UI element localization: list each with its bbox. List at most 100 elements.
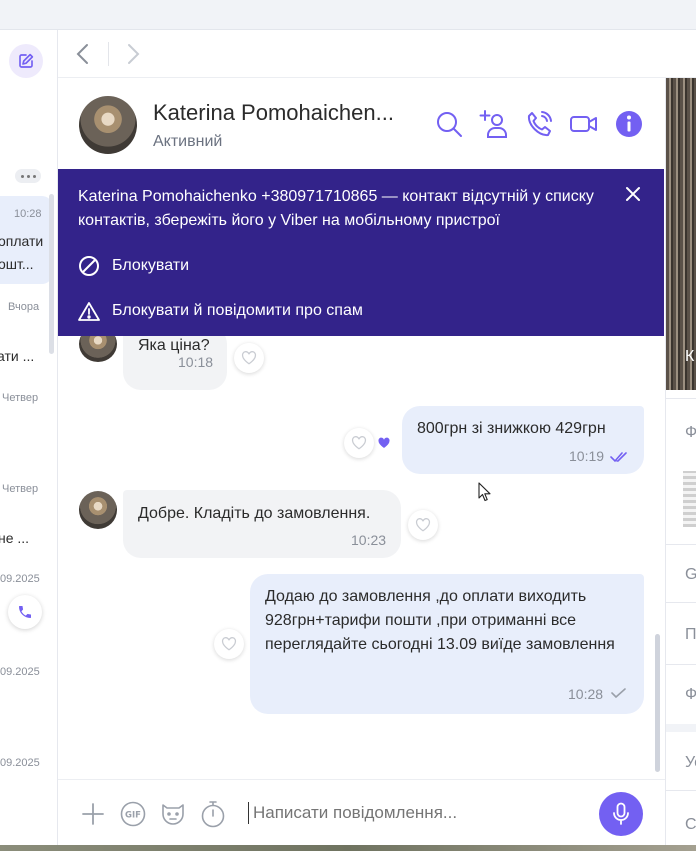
message-bubble-incoming[interactable]: Добре. Кладіть до замовлення. 10:23 <box>123 490 401 558</box>
timer-icon <box>201 801 225 828</box>
chat-list-item-preview[interactable]: ати ... <box>0 348 34 364</box>
video-call-button[interactable] <box>569 109 599 139</box>
svg-text:GIF: GIF <box>125 811 141 821</box>
block-report-label: Блокувати й повідомити про спам <box>112 302 363 319</box>
text-caret <box>248 802 249 824</box>
sender-avatar[interactable] <box>79 491 117 529</box>
new-chat-button[interactable] <box>9 44 43 78</box>
info-divider <box>666 790 696 791</box>
message-text: Додаю до замовлення ,до оплати виходить … <box>265 588 615 653</box>
warning-icon <box>78 302 100 321</box>
block-icon <box>79 256 99 276</box>
chat-list-item-preview[interactable]: не ... <box>0 530 29 546</box>
banner-message: Katerina Pomohaichenko +380971710865 — к… <box>78 188 594 229</box>
mouse-pointer-icon <box>478 482 491 502</box>
chat-list-item-time: 09.2025 <box>0 666 40 678</box>
chat-list-item-time: Четвер <box>2 483 39 495</box>
attach-button[interactable] <box>78 799 108 829</box>
chat-list-item-preview: ошт... <box>0 256 34 272</box>
unknown-contact-banner: Katerina Pomohaichenko +380971710865 — к… <box>58 169 664 336</box>
info-row-label[interactable]: Ф <box>685 424 696 442</box>
add-participant-button[interactable] <box>479 109 509 139</box>
info-row-label[interactable]: Ус <box>685 754 696 772</box>
messages-scrollbar[interactable] <box>655 634 660 772</box>
info-divider <box>666 602 696 603</box>
search-icon <box>437 112 462 137</box>
check-icon <box>611 688 626 699</box>
info-icon <box>616 111 642 137</box>
like-button[interactable] <box>214 629 244 659</box>
message-bubble-outgoing[interactable]: Додаю до замовлення ,до оплати виходить … <box>250 574 644 714</box>
message-text: Добре. Кладіть до замовлення. <box>138 505 371 522</box>
like-button[interactable] <box>234 343 264 373</box>
contact-photo-caption: К <box>685 348 695 365</box>
window-top-strip <box>0 0 696 30</box>
search-button[interactable] <box>434 109 464 139</box>
sticker-bear-icon <box>162 804 184 825</box>
timer-button[interactable] <box>198 799 228 829</box>
reaction-badge[interactable] <box>374 433 394 453</box>
media-thumbnail[interactable] <box>683 471 696 527</box>
info-divider <box>666 398 696 399</box>
message-time: 10:19 <box>569 448 605 464</box>
back-arrow-icon[interactable] <box>74 42 92 66</box>
voice-call-button[interactable] <box>524 109 554 139</box>
chat-list-item-time: Вчора <box>8 301 40 313</box>
heart-outline-icon <box>241 351 257 365</box>
message-composer: GIF <box>58 779 665 851</box>
message-time: 10:18 <box>178 354 214 370</box>
sticker-button[interactable] <box>158 799 188 829</box>
contact-avatar[interactable] <box>79 96 137 154</box>
chat-list-item-time: 10:28 <box>14 208 42 220</box>
block-label: Блокувати <box>112 257 190 274</box>
microphone-icon <box>613 802 629 825</box>
compose-icon <box>19 53 34 68</box>
message-time: 10:28 <box>568 686 604 702</box>
phone-call-icon <box>527 111 552 137</box>
heart-outline-icon <box>351 436 367 450</box>
chat-list-item-time: 09.2025 <box>0 757 40 769</box>
message-input[interactable] <box>253 803 583 823</box>
contact-info-panel: К Ф G П Ф Ус С <box>665 78 696 851</box>
phone-icon <box>19 606 31 618</box>
heart-outline-icon <box>221 637 237 651</box>
info-button[interactable] <box>614 109 644 139</box>
chat-list-item-time: 09.2025 <box>0 573 40 585</box>
chat-list-item-time: Четвер <box>2 392 39 404</box>
nav-divider <box>108 42 109 66</box>
double-check-icon <box>610 452 627 463</box>
forward-arrow-icon[interactable] <box>124 42 142 66</box>
chat-header: Katerina Pomohaichen... Активний <box>58 78 665 170</box>
chat-list-panel: 10:28 оплати ошт... Вчора ати ... Четвер… <box>0 30 58 851</box>
block-and-report-spam-button[interactable]: Блокувати й повідомити про спам <box>78 298 363 324</box>
info-row-label[interactable]: С <box>685 816 696 834</box>
heart-outline-icon <box>415 518 431 532</box>
video-camera-icon <box>570 116 597 132</box>
plus-icon <box>82 803 104 825</box>
gif-button[interactable]: GIF <box>118 799 148 829</box>
block-button[interactable]: Блокувати <box>78 253 189 279</box>
info-divider <box>666 544 696 545</box>
chat-list-item-preview: оплати <box>0 233 44 249</box>
close-icon[interactable] <box>624 185 642 203</box>
like-button[interactable] <box>344 428 374 458</box>
info-row-label[interactable]: G <box>685 566 696 584</box>
like-button[interactable] <box>408 510 438 540</box>
info-row-label[interactable]: П <box>685 626 696 644</box>
message-text: 800грн зі знижкою 429грн <box>417 420 606 437</box>
more-options-button[interactable] <box>15 169 41 183</box>
add-user-icon <box>479 110 507 138</box>
contact-name[interactable]: Katerina Pomohaichen... <box>153 100 394 126</box>
taskbar-strip <box>0 845 696 851</box>
info-divider <box>666 664 696 665</box>
message-list: Яка ціна? 10:18 800грн зі знижкою 429грн… <box>58 326 664 779</box>
message-bubble-outgoing[interactable]: 800грн зі знижкою 429грн 10:19 <box>402 406 644 474</box>
info-section-gap <box>666 724 696 732</box>
contact-photo: К <box>666 78 696 390</box>
call-button[interactable] <box>8 595 42 629</box>
gif-icon: GIF <box>120 801 146 827</box>
info-row-label[interactable]: Ф <box>685 686 696 704</box>
voice-message-button[interactable] <box>599 792 643 836</box>
contact-status: Активний <box>153 133 223 150</box>
chat-list-scrollbar[interactable] <box>49 194 54 354</box>
